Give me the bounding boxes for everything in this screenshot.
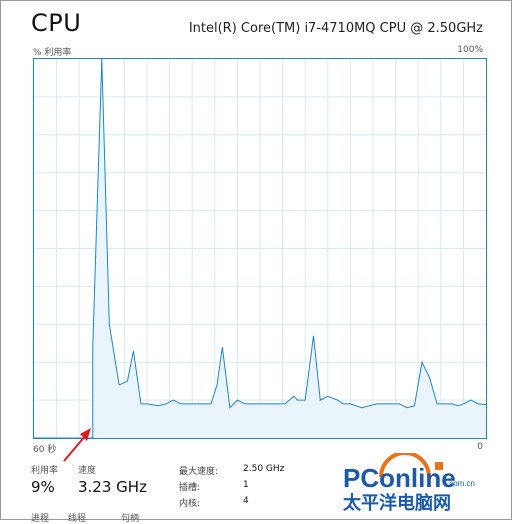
cores-label: 内核: bbox=[179, 499, 201, 509]
processes-label: 进程 bbox=[31, 514, 50, 524]
y-axis-label: % 利用率 bbox=[33, 48, 72, 58]
threads-label: 线程 bbox=[68, 514, 87, 524]
max-speed-label: 最大速度: bbox=[179, 467, 219, 477]
annotation-arrow-shaft bbox=[63, 434, 87, 462]
sockets-label: 插槽: bbox=[179, 483, 201, 493]
y-axis-max: 100% bbox=[457, 45, 483, 55]
pconline-watermark-logo: PConline .com.cn 太平洋电脑网 bbox=[343, 453, 475, 513]
annotation-arrow bbox=[63, 428, 91, 462]
utilization-value: 9% bbox=[31, 478, 55, 496]
utilization-label: 利用率 bbox=[31, 466, 59, 476]
y-axis-min: 0 bbox=[477, 442, 483, 452]
handles-label: 句柄 bbox=[121, 514, 140, 524]
sockets-value: 1 bbox=[243, 480, 249, 490]
speed-value: 3.23 GHz bbox=[78, 478, 147, 496]
watermark-brand: PConline bbox=[343, 463, 456, 493]
cpu-model-name: Intel(R) Core(TM) i7-4710MQ CPU @ 2.50GH… bbox=[188, 21, 483, 36]
speed-label: 速度 bbox=[78, 466, 97, 476]
time-span-label: 60 秒 bbox=[33, 445, 57, 455]
cpu-utilization-graph bbox=[33, 58, 487, 439]
cpu-utilization-svg bbox=[34, 58, 487, 439]
watermark-chinese: 太平洋电脑网 bbox=[343, 492, 451, 513]
cores-value: 4 bbox=[243, 496, 249, 506]
max-speed-value: 2.50 GHz bbox=[243, 464, 285, 474]
page-title: CPU bbox=[31, 9, 82, 37]
watermark-domain: .com.cn bbox=[447, 479, 475, 488]
